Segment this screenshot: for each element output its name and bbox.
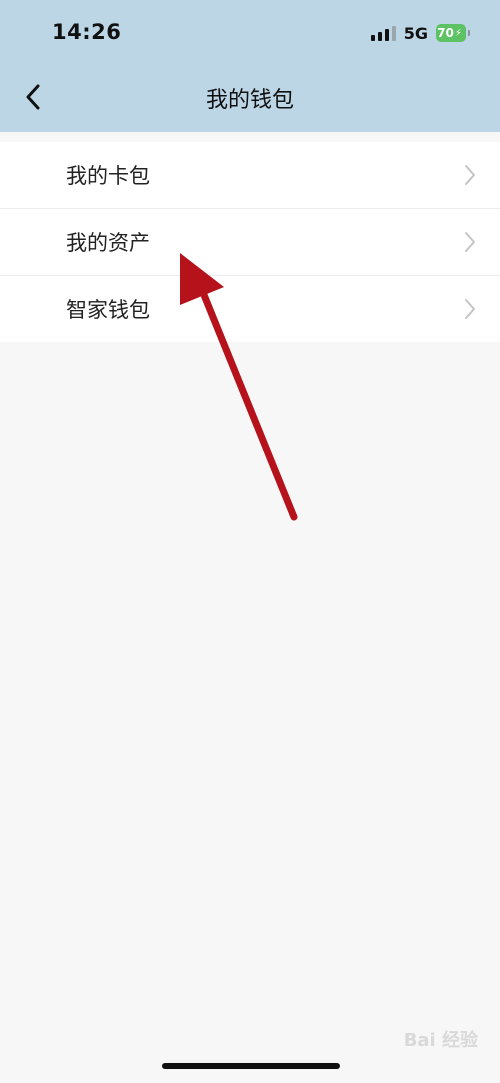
watermark: Bai 经验 [403,1030,478,1051]
network-type: 5G [403,23,428,43]
signal-icon [370,25,396,41]
menu-item-card-wallet[interactable]: 我的卡包 [0,142,500,209]
battery-level: 70 [437,26,454,40]
wallet-menu-list: 我的卡包 我的资产 智家钱包 [0,142,500,342]
status-indicators: 5G 70 ⚡ [370,22,470,44]
chevron-right-icon [465,165,475,185]
home-indicator[interactable] [162,1063,340,1069]
menu-item-my-assets[interactable]: 我的资产 [0,209,500,276]
battery-icon: 70 ⚡ [436,24,470,42]
page-title: 我的钱包 [205,88,294,113]
charging-icon: ⚡ [454,27,462,39]
status-time: 14:26 [52,20,122,44]
top-bar: 14:26 5G 70 ⚡ 我的钱包 [0,0,500,132]
menu-item-label: 我的资产 [66,231,150,255]
chevron-right-icon [465,299,475,319]
menu-item-label: 我的卡包 [66,164,150,188]
menu-item-smart-home-wallet[interactable]: 智家钱包 [0,276,500,342]
chevron-right-icon [465,232,475,252]
menu-item-label: 智家钱包 [66,298,150,322]
